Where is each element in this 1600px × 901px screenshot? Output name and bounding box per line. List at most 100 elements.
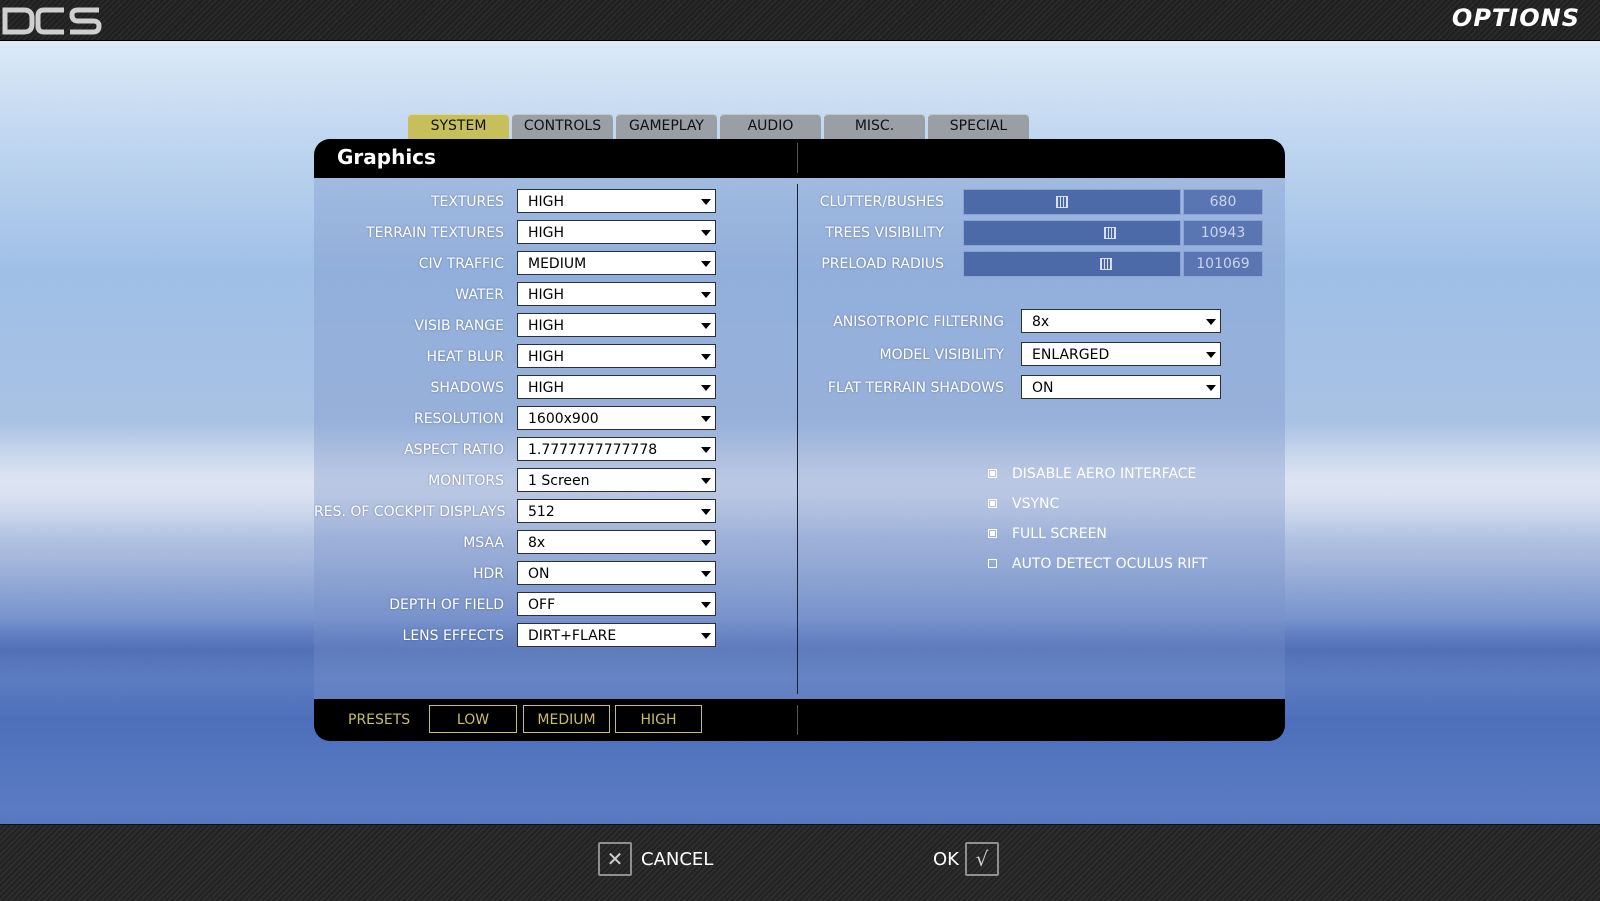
dcs-logo [2, 2, 102, 38]
slider-thumb[interactable] [1056, 196, 1068, 208]
dropdown-value: 1600x900 [528, 411, 599, 427]
checkbox-label: FULL SCREEN [1012, 526, 1107, 542]
bottom-bar: ✕ CANCEL OK √ [0, 824, 1600, 901]
cancel-button[interactable]: CANCEL [641, 849, 713, 870]
dropdown-value: HIGH [528, 380, 565, 396]
dropdown-value: ON [528, 566, 550, 582]
anisotropic-filtering-label: ANISOTROPIC FILTERING [833, 314, 1004, 330]
preload-radius-slider[interactable] [963, 251, 1181, 277]
hdr-dropdown[interactable]: ON [517, 561, 716, 585]
panel-title: Graphics [337, 145, 436, 169]
chevron-down-icon[interactable] [701, 447, 711, 453]
dropdown-value: 1.7777777777778 [528, 442, 658, 458]
trees-visibility-value[interactable]: 10943 [1183, 220, 1263, 246]
depth-of-field-label: DEPTH OF FIELD [389, 597, 504, 613]
panel-header: Graphics [314, 139, 1285, 178]
checkbox-box[interactable] [988, 499, 997, 508]
chevron-down-icon[interactable] [1206, 319, 1216, 325]
monitors-label: MONITORS [428, 473, 504, 489]
tab-misc[interactable]: MISC. [824, 114, 925, 139]
tab-gameplay[interactable]: GAMEPLAY [616, 114, 717, 139]
aspect-ratio-dropdown[interactable]: 1.7777777777778 [517, 437, 716, 461]
dropdown-value: MEDIUM [528, 256, 587, 272]
chevron-down-icon[interactable] [701, 416, 711, 422]
dropdown-value: ENLARGED [1032, 347, 1110, 363]
visib-range-dropdown[interactable]: HIGH [517, 313, 716, 337]
dropdown-value: 1 Screen [528, 473, 590, 489]
chevron-down-icon[interactable] [701, 571, 711, 577]
anisotropic-filtering-dropdown[interactable]: 8x [1021, 309, 1221, 333]
checkbox-box[interactable] [988, 469, 997, 478]
shadows-dropdown[interactable]: HIGH [517, 375, 716, 399]
preset-medium-button[interactable]: MEDIUM [523, 705, 610, 733]
tab-special[interactable]: SPECIAL [928, 114, 1029, 139]
ok-icon[interactable]: √ [965, 842, 999, 876]
page-title: OPTIONS [1451, 4, 1580, 32]
slider-thumb[interactable] [1104, 227, 1116, 239]
preload-radius-label: PRELOAD RADIUS [821, 256, 944, 272]
dropdown-value: 8x [528, 535, 546, 551]
graphics-panel: Graphics TEXTURES HIGH TERRAIN TEXTURES HIG… [314, 139, 1285, 741]
dropdown-value: 512 [528, 504, 555, 520]
water-dropdown[interactable]: HIGH [517, 282, 716, 306]
resolution-dropdown[interactable]: 1600x900 [517, 406, 716, 430]
ok-button[interactable]: OK [933, 849, 959, 870]
checkbox-box[interactable] [988, 529, 997, 538]
checkbox-label: DISABLE AERO INTERFACE [1012, 466, 1197, 482]
chevron-down-icon[interactable] [1206, 385, 1216, 391]
tab-audio[interactable]: AUDIO [720, 114, 821, 139]
chevron-down-icon[interactable] [701, 230, 711, 236]
depth-of-field-dropdown[interactable]: OFF [517, 592, 716, 616]
terrain-textures-dropdown[interactable]: HIGH [517, 220, 716, 244]
checkbox-box[interactable] [988, 559, 997, 568]
monitors-dropdown[interactable]: 1 Screen [517, 468, 716, 492]
civ-traffic-dropdown[interactable]: MEDIUM [517, 251, 716, 275]
checkbox-label: VSYNC [1012, 496, 1060, 512]
model-visibility-dropdown[interactable]: ENLARGED [1021, 342, 1221, 366]
flat-terrain-shadows-dropdown[interactable]: ON [1021, 375, 1221, 399]
hdr-label: HDR [472, 566, 504, 582]
chevron-down-icon[interactable] [701, 602, 711, 608]
full-screen-checkbox[interactable]: FULL SCREEN [988, 524, 1268, 544]
chevron-down-icon[interactable] [701, 478, 711, 484]
disable-aero-interface-checkbox[interactable]: DISABLE AERO INTERFACE [988, 464, 1268, 484]
preset-low-button[interactable]: LOW [429, 705, 517, 733]
preset-high-button[interactable]: HIGH [615, 705, 702, 733]
cancel-icon[interactable]: ✕ [598, 842, 632, 876]
trees-visibility-slider[interactable] [963, 220, 1181, 246]
header-divider [797, 143, 798, 173]
vsync-checkbox[interactable]: VSYNC [988, 494, 1268, 514]
textures-dropdown[interactable]: HIGH [517, 189, 716, 213]
clutter-bushes-slider[interactable] [963, 189, 1181, 215]
chevron-down-icon[interactable] [701, 540, 711, 546]
aspect-ratio-label: ASPECT RATIO [404, 442, 504, 458]
resolution-label: RESOLUTION [413, 411, 504, 427]
chevron-down-icon[interactable] [701, 385, 711, 391]
tab-controls[interactable]: CONTROLS [512, 114, 613, 139]
lens-effects-dropdown[interactable]: DIRT+FLARE [517, 623, 716, 647]
dropdown-value: OFF [528, 597, 556, 613]
res-of-cockpit-displays-dropdown[interactable]: 512 [517, 499, 716, 523]
chevron-down-icon[interactable] [701, 292, 711, 298]
terrain-textures-label: TERRAIN TEXTURES [366, 225, 504, 241]
chevron-down-icon[interactable] [701, 509, 711, 515]
clutter-bushes-value[interactable]: 680 [1183, 189, 1263, 215]
slider-thumb[interactable] [1100, 258, 1112, 270]
msaa-label: MSAA [463, 535, 504, 551]
auto-detect-oculus-rift-checkbox[interactable]: AUTO DETECT OCULUS RIFT [988, 554, 1268, 574]
tab-system[interactable]: SYSTEM [408, 114, 509, 139]
chevron-down-icon[interactable] [701, 323, 711, 329]
lens-effects-label: LENS EFFECTS [402, 628, 504, 644]
chevron-down-icon[interactable] [701, 354, 711, 360]
msaa-dropdown[interactable]: 8x [517, 530, 716, 554]
heat-blur-dropdown[interactable]: HIGH [517, 344, 716, 368]
preload-radius-value[interactable]: 101069 [1183, 251, 1263, 277]
chevron-down-icon[interactable] [701, 199, 711, 205]
chevron-down-icon[interactable] [1206, 352, 1216, 358]
clutter-bushes-label: CLUTTER/BUSHES [819, 194, 944, 210]
heat-blur-label: HEAT BLUR [426, 349, 504, 365]
flat-terrain-shadows-label: FLAT TERRAIN SHADOWS [827, 380, 1004, 396]
chevron-down-icon[interactable] [701, 633, 711, 639]
chevron-down-icon[interactable] [701, 261, 711, 267]
visib-range-label: VISIB RANGE [414, 318, 504, 334]
